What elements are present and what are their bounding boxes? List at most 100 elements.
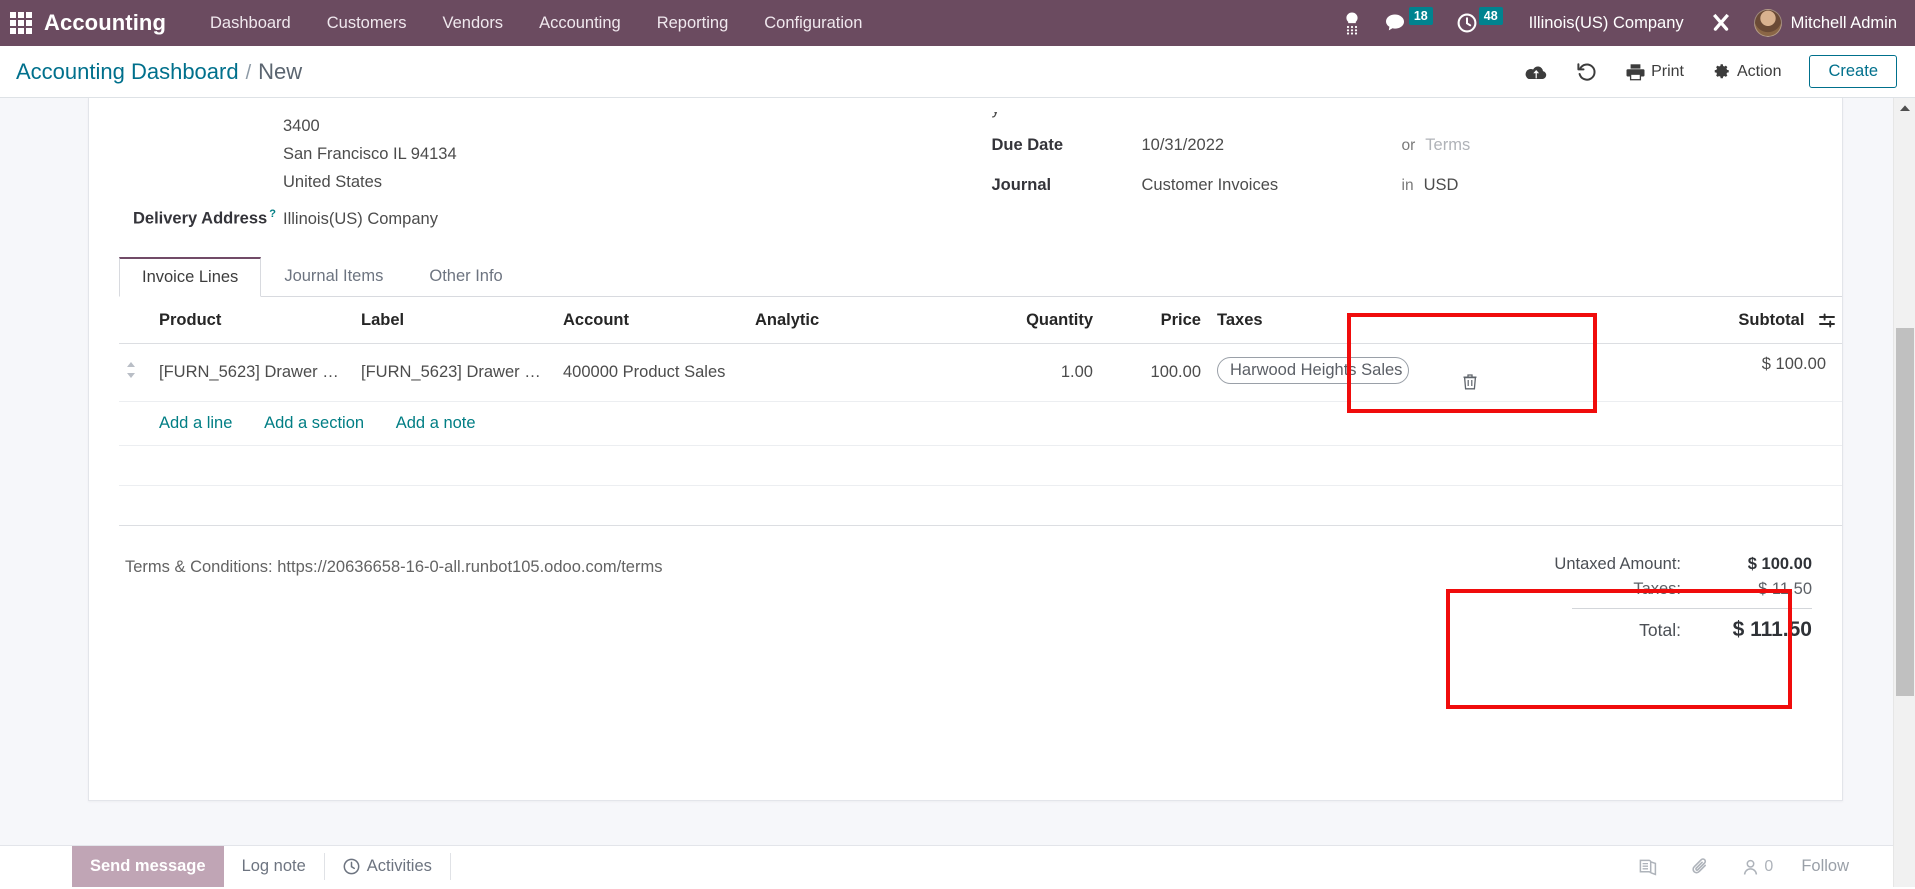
notebook-tabs: Invoice Lines Journal Items Other Info: [119, 256, 1842, 297]
trash-icon[interactable]: [1463, 374, 1836, 390]
print-button[interactable]: Print: [1612, 59, 1698, 85]
action-button[interactable]: Action: [1698, 58, 1795, 85]
menu-item-reporting[interactable]: Reporting: [639, 8, 747, 39]
scroll-thumb[interactable]: [1896, 328, 1914, 696]
save-button[interactable]: [1510, 58, 1562, 86]
add-a-note-link[interactable]: Add a note: [396, 414, 476, 432]
followers-counter[interactable]: 0: [1726, 858, 1789, 876]
cell-account[interactable]: 400000 Product Sales: [557, 343, 749, 402]
chat-bubble-icon: [1385, 14, 1404, 31]
cell-subtotal: $ 100.00: [1457, 343, 1842, 402]
invoice-lines-table: Product Label Account Analytic Quantity …: [119, 297, 1842, 526]
phone-dialpad-icon[interactable]: [1331, 7, 1373, 39]
invoice-form-sheet: 3400 San Francisco IL 94134 United State…: [88, 98, 1843, 801]
invoice-lines-header: Product Label Account Analytic Quantity …: [119, 297, 1842, 344]
activities-button[interactable]: Activities: [325, 846, 450, 887]
journal-value[interactable]: Customer Invoices: [1142, 176, 1372, 195]
table-header-row: Product Label Account Analytic Quantity …: [119, 297, 1842, 344]
due-date-connector: or: [1401, 137, 1416, 154]
send-message-button[interactable]: Send message: [72, 846, 224, 887]
vertical-scrollbar[interactable]: [1893, 98, 1915, 887]
taxes-label: Taxes:: [1633, 580, 1681, 598]
user-menu[interactable]: Mitchell Admin: [1744, 7, 1901, 39]
clock-icon: [343, 858, 360, 875]
followers-count: 0: [1764, 857, 1774, 875]
cell-quantity[interactable]: 1.00: [949, 343, 1099, 402]
col-account[interactable]: Account: [557, 297, 749, 344]
menu-item-vendors[interactable]: Vendors: [425, 8, 522, 39]
invoice-lines-body: [FURN_5623] Drawer Ca... [FURN_5623] Dra…: [119, 343, 1842, 526]
terms-input[interactable]: Terms: [1425, 136, 1470, 155]
journal-row: Journal Customer Invoices in USD: [992, 176, 1813, 206]
company-switcher[interactable]: Illinois(US) Company: [1515, 10, 1698, 37]
paperclip-icon[interactable]: [1674, 857, 1726, 877]
col-product[interactable]: Product: [153, 297, 355, 344]
apps-grid-icon[interactable]: [8, 10, 34, 36]
menu-item-configuration[interactable]: Configuration: [746, 8, 880, 39]
tab-other-info[interactable]: Other Info: [406, 257, 525, 297]
menu-item-customers[interactable]: Customers: [309, 8, 425, 39]
form-header-right: y Due Date 10/31/2022 or Terms Journal C…: [954, 112, 1813, 238]
top-navbar: Accounting Dashboard Customers Vendors A…: [0, 0, 1915, 46]
cell-taxes[interactable]: Harwood Heights Sales Tax: [1207, 343, 1457, 402]
control-panel-buttons: Print Action Create: [1510, 55, 1897, 88]
form-header-fields: 3400 San Francisco IL 94134 United State…: [89, 98, 1842, 238]
sliders-icon[interactable]: [1819, 313, 1836, 328]
drag-handle-icon[interactable]: [125, 361, 137, 379]
row-drag-handle[interactable]: [119, 343, 153, 402]
tools-wrench-icon[interactable]: [1698, 8, 1744, 38]
add-links-row: Add a line Add a section Add a note: [119, 401, 1842, 446]
systray: 18 48 Illinois(US) Company Mitchell Admi…: [1331, 6, 1901, 39]
subtotal-value: $ 100.00: [1761, 355, 1826, 373]
user-icon: [1744, 859, 1758, 875]
cell-analytic[interactable]: [749, 343, 949, 402]
discard-button[interactable]: [1562, 58, 1612, 86]
notebook: Invoice Lines Journal Items Other Info P…: [89, 256, 1842, 526]
cell-product[interactable]: [FURN_5623] Drawer Ca...: [153, 343, 355, 402]
main-menu: Dashboard Customers Vendors Accounting R…: [192, 8, 880, 39]
col-taxes[interactable]: Taxes: [1207, 297, 1457, 344]
tab-journal-items[interactable]: Journal Items: [261, 257, 406, 297]
col-price[interactable]: Price: [1099, 297, 1207, 344]
terms-and-conditions: Terms & Conditions: https://20636658-16-…: [125, 558, 663, 576]
avatar: [1753, 9, 1782, 37]
add-a-section-link[interactable]: Add a section: [264, 414, 364, 432]
app-brand-accounting[interactable]: Accounting: [44, 10, 166, 36]
form-view-area: 3400 San Francisco IL 94134 United State…: [0, 98, 1915, 887]
currency-connector: in: [1401, 177, 1414, 194]
cell-price[interactable]: 100.00: [1099, 343, 1207, 402]
tab-invoice-lines[interactable]: Invoice Lines: [119, 257, 262, 297]
clock-icon: [1457, 13, 1477, 33]
activities-counter[interactable]: 48: [1445, 6, 1515, 37]
follow-button[interactable]: Follow: [1789, 857, 1861, 876]
totals-box: Untaxed Amount: $ 100.00 Taxes: $ 11.50 …: [1512, 552, 1812, 645]
print-label: Print: [1651, 62, 1684, 80]
col-subtotal[interactable]: Subtotal: [1457, 297, 1842, 344]
control-panel: Accounting Dashboard / New Print Action …: [0, 46, 1915, 98]
tax-tag[interactable]: Harwood Heights Sales Tax: [1217, 356, 1409, 384]
table-row[interactable]: [FURN_5623] Drawer Ca... [FURN_5623] Dra…: [119, 343, 1842, 402]
total-value: $ 111.50: [1732, 618, 1812, 641]
book-icon[interactable]: [1622, 858, 1674, 876]
caret-up-icon[interactable]: [1894, 98, 1915, 118]
currency-value[interactable]: USD: [1424, 176, 1459, 195]
col-analytic[interactable]: Analytic: [749, 297, 949, 344]
cell-label[interactable]: [FURN_5623] Drawer Ca...: [355, 343, 557, 402]
col-label[interactable]: Label: [355, 297, 557, 344]
log-note-button[interactable]: Log note: [224, 846, 324, 887]
undo-icon: [1577, 62, 1596, 81]
create-button[interactable]: Create: [1809, 55, 1897, 88]
clipped-field-label: y: [992, 112, 1000, 118]
due-date-value[interactable]: 10/31/2022: [1142, 136, 1372, 155]
add-a-line-link[interactable]: Add a line: [159, 414, 232, 432]
action-label: Action: [1737, 62, 1782, 80]
menu-item-dashboard[interactable]: Dashboard: [192, 8, 309, 39]
menu-item-accounting[interactable]: Accounting: [521, 8, 639, 39]
clipped-field-row: y: [992, 112, 1813, 126]
delivery-address-value[interactable]: Illinois(US) Company: [283, 210, 438, 229]
terms-and-totals: Terms & Conditions: https://20636658-16-…: [89, 526, 1842, 695]
messages-counter[interactable]: 18: [1373, 6, 1445, 37]
help-icon[interactable]: ?: [269, 208, 276, 220]
breadcrumb-parent[interactable]: Accounting Dashboard: [16, 59, 239, 85]
col-quantity[interactable]: Quantity: [949, 297, 1099, 344]
